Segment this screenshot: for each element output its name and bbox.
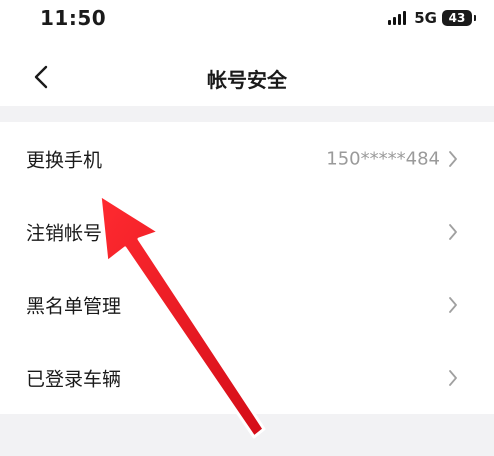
settings-item-label: 黑名单管理	[26, 295, 122, 317]
signal-icon	[388, 11, 408, 25]
status-time: 11:50	[40, 6, 107, 30]
settings-item-change-phone[interactable]: 更换手机 150*****484	[0, 122, 494, 195]
chevron-right-icon	[449, 223, 457, 240]
battery-icon: 43	[442, 10, 476, 26]
settings-item-logged-vehicles[interactable]: 已登录车辆	[0, 341, 494, 414]
battery-level: 43	[448, 11, 466, 25]
network-type: 5G	[414, 9, 437, 27]
phone-number-value: 150*****484	[326, 148, 440, 169]
settings-item-cancel-account[interactable]: 注销帐号	[0, 195, 494, 268]
page-title: 帐号安全	[207, 68, 287, 92]
settings-item-label: 已登录车辆	[26, 368, 122, 390]
chevron-right-icon	[449, 369, 457, 386]
status-indicators: 5G 43	[388, 9, 476, 27]
chevron-right-icon	[449, 150, 457, 167]
settings-item-blacklist[interactable]: 黑名单管理	[0, 268, 494, 341]
settings-item-label: 注销帐号	[26, 222, 103, 244]
top-bar: 11:50 5G 43 帐号安全	[0, 0, 494, 106]
chevron-right-icon	[449, 296, 457, 313]
settings-list: 更换手机 150*****484 注销帐号 黑名单管理 已登录车辆	[0, 122, 494, 414]
settings-item-label: 更换手机	[26, 149, 103, 171]
